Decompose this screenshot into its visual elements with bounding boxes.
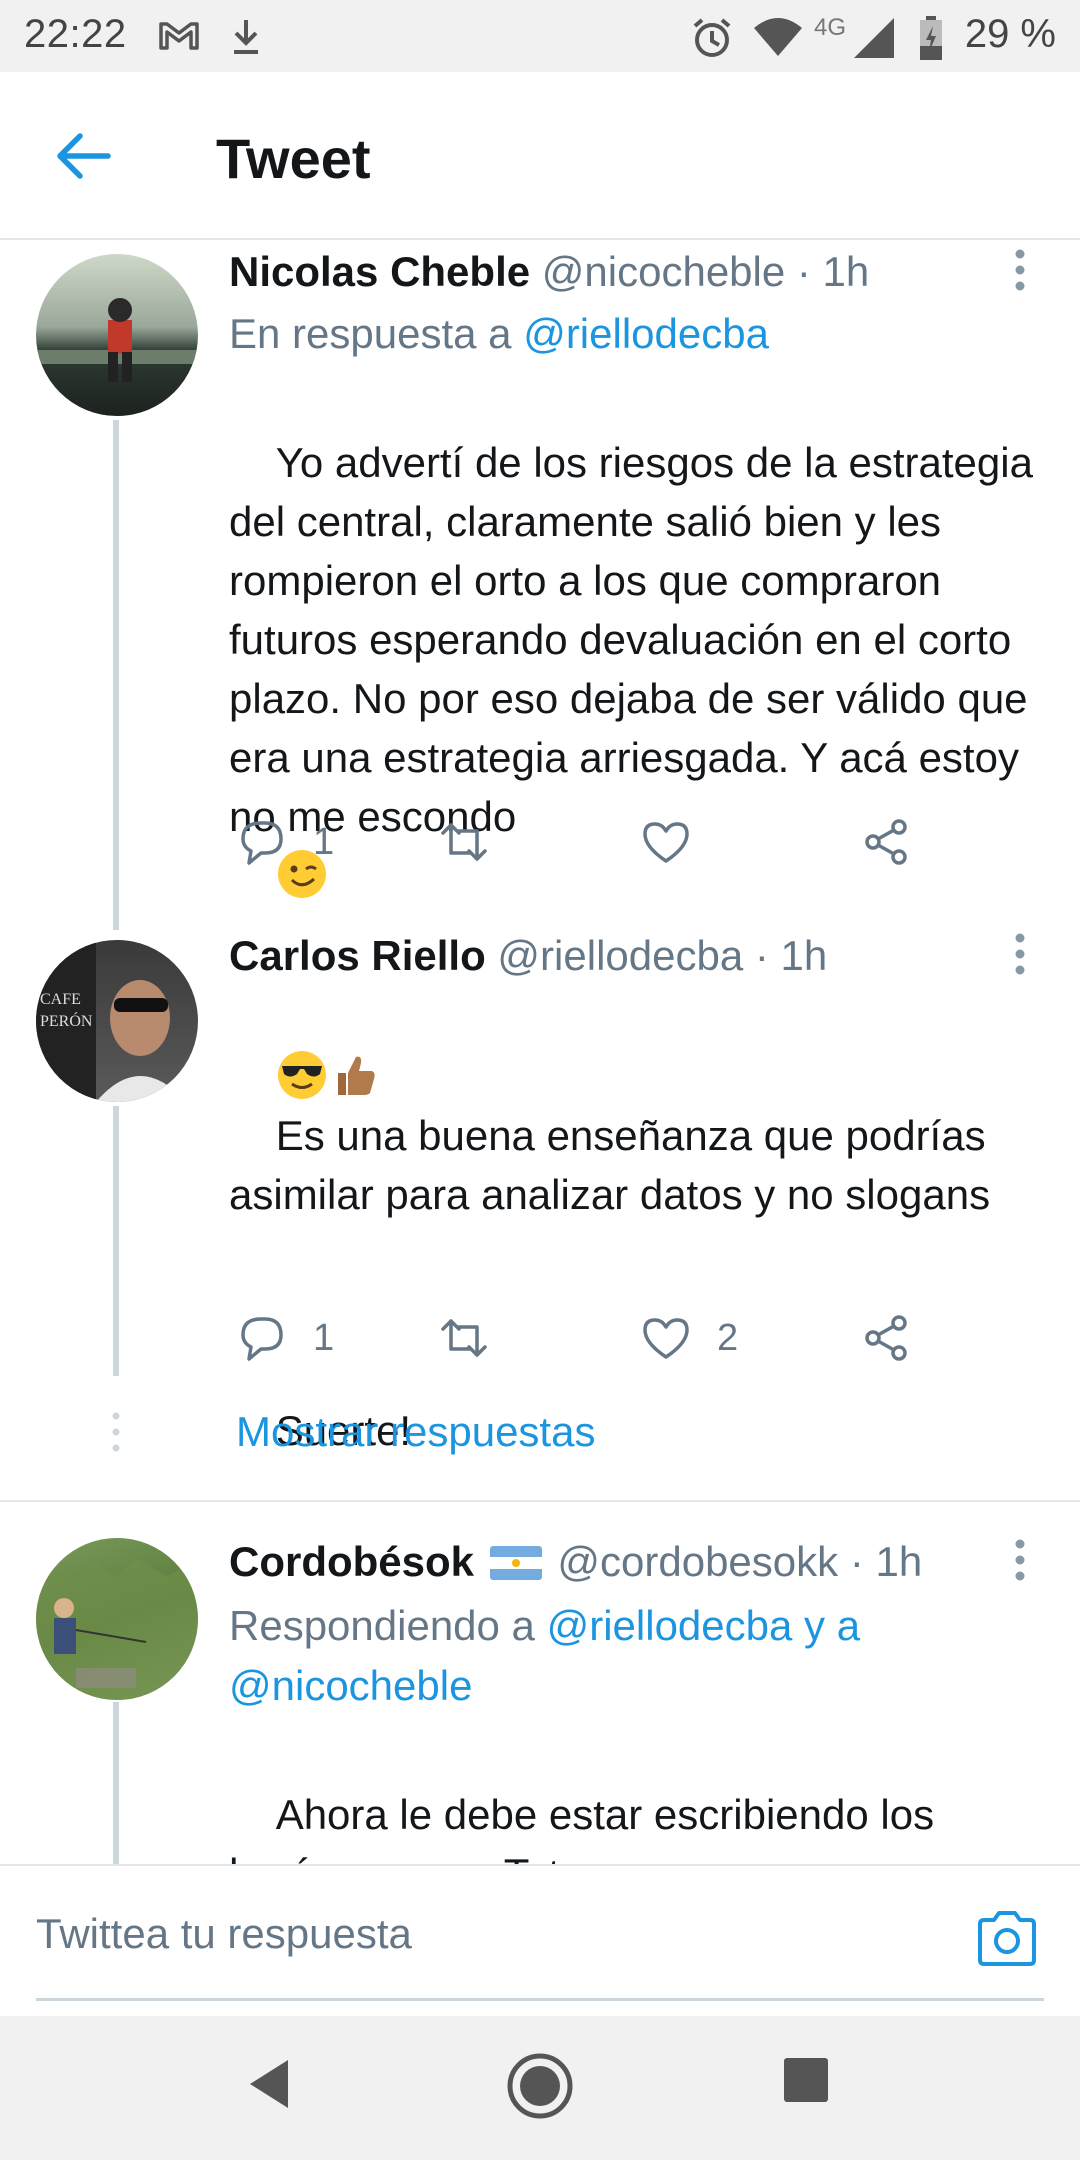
thread-line [113,1106,119,1376]
reply-prefix: En respuesta a [229,310,524,357]
tweet-header: Tweet [0,72,1080,240]
svg-text:PERÓN: PERÓN [40,1011,93,1030]
retweet-button[interactable] [437,812,491,872]
camera-icon[interactable] [974,1908,1040,1968]
reply-prefix: Respondiendo a [229,1602,547,1649]
tweet-text: Yo advertí de los riesgos de la estrateg… [229,439,1045,840]
reply-context: En respuesta a @riellodecba [229,304,769,364]
display-name[interactable]: Carlos Riello [229,932,486,979]
reply-handle-link[interactable]: @riellodecba y a [547,1602,860,1649]
avatar[interactable] [36,254,198,416]
tweet-text: Es una buena enseñanza que podrías asimi… [229,1112,998,1218]
page-title: Tweet [216,127,371,190]
more-options-icon[interactable] [1008,932,1032,980]
avatar[interactable]: CAFE PERÓN [36,940,198,1102]
reply-input[interactable]: Twittea tu respuesta [36,1910,412,1958]
retweet-icon [441,823,487,861]
thread-line [113,1702,119,1864]
display-name[interactable]: Cordobésok [229,1538,474,1585]
reply-handle-link[interactable]: @riellodecba [523,310,769,357]
input-underline [36,1998,1044,2001]
display-name[interactable]: Nicolas Cheble [229,248,530,295]
tweet-text-container: Yo advertí de los riesgos de la estrateg… [229,374,1049,964]
handle-time: @cordobesokk · 1h [557,1538,923,1585]
avatar[interactable] [36,1538,198,1700]
back-arrow-icon[interactable] [52,124,116,188]
reply-count: 1 [313,1316,335,1359]
battery-icon [920,16,942,60]
show-replies-link[interactable]: Mostrar respuestas [236,1408,595,1456]
sunglasses-emoji-icon [277,1051,326,1099]
nav-back-icon[interactable] [244,2056,294,2112]
thumbs-up-emoji-icon [337,1056,375,1095]
handle-time: @nicocheble · 1h [541,248,870,295]
retweet-button[interactable] [437,1308,491,1368]
thread-line [113,420,119,930]
heart-icon [643,1318,689,1359]
tweet-actions: 1 2 [229,1308,989,1368]
reply-button[interactable]: 1 [235,1308,334,1368]
nav-recents-icon[interactable] [782,2056,830,2104]
tweet-header-line: Carlos Riello @riellodecba · 1h [229,932,827,980]
network-type: 4G [814,14,847,41]
handle-time: @riellodecba · 1h [497,932,828,979]
status-bar: 22:22 4G 29 % [0,0,1080,72]
like-count: 2 [717,1316,739,1359]
system-nav-bar [0,2016,1080,2160]
argentina-flag-icon [489,1546,542,1580]
svg-text:CAFE: CAFE [40,991,81,1008]
reply-icon [241,1317,283,1361]
share-icon [865,1315,907,1361]
reply-composer: Twittea tu respuesta [0,1864,1080,2016]
tweet-actions: 1 [229,812,989,872]
reply-button[interactable]: 1 [235,812,334,872]
more-options-icon[interactable] [1008,248,1032,296]
like-button[interactable] [639,812,693,872]
share-button[interactable] [859,1308,913,1368]
download-icon [234,20,258,54]
divider [0,1500,1080,1502]
more-options-icon[interactable] [1008,1538,1032,1586]
reply-icon [241,821,283,865]
alarm-icon [693,18,731,57]
reply-count: 1 [313,820,335,863]
share-button[interactable] [859,812,913,872]
gmail-icon [159,22,199,50]
status-time: 22:22 [24,12,127,56]
signal-icon [854,18,894,58]
heart-icon [643,822,689,863]
tweet-header-line: Nicolas Cheble @nicocheble · 1h [229,248,869,296]
wifi-icon [754,18,802,56]
retweet-icon [441,1319,487,1357]
reply-context: Respondiendo a @riellodecba y a @nicocheb… [229,1596,1049,1716]
battery-percent: 29 % [964,12,1056,56]
reply-handle-link-2[interactable]: @nicocheble [229,1662,472,1709]
like-button[interactable]: 2 [639,1308,738,1368]
thread-dots-icon [112,1412,120,1452]
share-icon [865,819,907,865]
nav-home-icon[interactable] [504,2050,576,2122]
tweet-header-line: Cordobésok @cordobesokk · 1h [229,1538,922,1586]
